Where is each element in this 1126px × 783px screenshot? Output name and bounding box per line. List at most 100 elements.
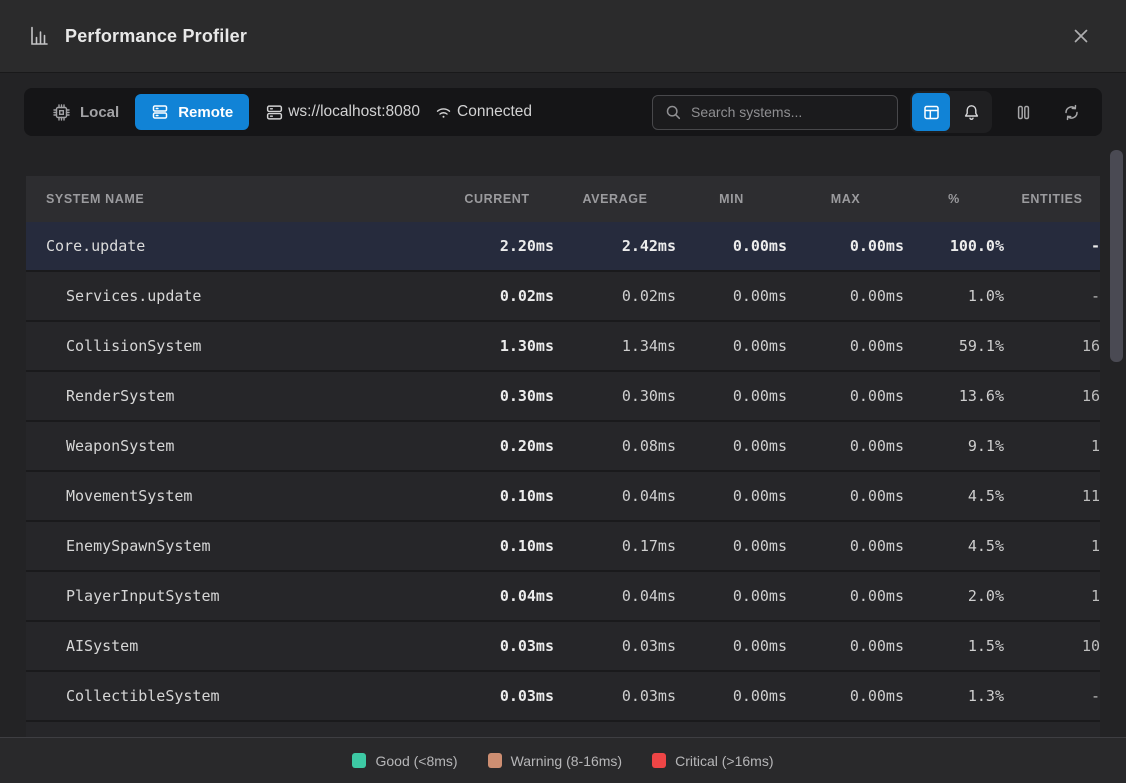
legend-label: Warning (8-16ms): [511, 753, 623, 769]
table-row[interactable]: MovementSystem0.10ms0.04ms0.00ms0.00ms4.…: [26, 472, 1100, 522]
alerts-button[interactable]: [952, 93, 990, 131]
cell-current: 0.03ms: [440, 687, 554, 705]
refresh-icon: [1062, 103, 1081, 122]
close-icon: [1071, 26, 1091, 46]
connection-indicator: Connected: [434, 103, 532, 122]
column-header-current[interactable]: CURRENT: [440, 192, 554, 206]
cell-min: 0.00ms: [676, 337, 787, 355]
remote-mode-button[interactable]: Remote: [135, 94, 249, 130]
column-header--[interactable]: %: [904, 192, 1004, 206]
cell-entities: -: [1004, 687, 1100, 705]
cell-percent: 9.1%: [904, 437, 1004, 455]
cell-average: 0.03ms: [554, 637, 676, 655]
cell-min: 0.00ms: [676, 387, 787, 405]
cell-max: 0.00ms: [787, 687, 904, 705]
legend-label: Critical (>16ms): [675, 753, 773, 769]
cell-entities: 16: [1004, 387, 1100, 405]
close-button[interactable]: [1064, 19, 1098, 53]
pause-button[interactable]: [1010, 99, 1036, 125]
pause-icon: [1014, 103, 1033, 122]
systems-table: SYSTEM NAMECURRENTAVERAGEMINMAX%ENTITIES…: [26, 176, 1100, 737]
table-row[interactable]: PlayerInputSystem0.04ms0.04ms0.00ms0.00m…: [26, 572, 1100, 622]
cell-average: 0.17ms: [554, 537, 676, 555]
table-row[interactable]: Core.update2.20ms2.42ms0.00ms0.00ms100.0…: [26, 222, 1100, 272]
search-input[interactable]: [691, 104, 885, 120]
legend-label: Good (<8ms): [375, 753, 457, 769]
cell-entities: -: [1004, 237, 1100, 255]
legend-item: Good (<8ms): [352, 753, 457, 769]
remote-mode-label: Remote: [178, 104, 233, 121]
view-toggle-group: [910, 91, 992, 133]
server-icon: [265, 103, 284, 122]
refresh-button[interactable]: [1058, 99, 1084, 125]
table-header-row: SYSTEM NAMECURRENTAVERAGEMINMAX%ENTITIES: [26, 176, 1100, 222]
page-title: Performance Profiler: [65, 26, 247, 47]
table-row[interactable]: WeaponSystem0.20ms0.08ms0.00ms0.00ms9.1%…: [26, 422, 1100, 472]
local-mode-label: Local: [80, 104, 119, 121]
column-header-system-name[interactable]: SYSTEM NAME: [26, 192, 440, 206]
cell-system-name: MovementSystem: [26, 487, 440, 505]
cell-current: 0.03ms: [440, 637, 554, 655]
table-view-button[interactable]: [912, 93, 950, 131]
cell-average: 0.04ms: [554, 487, 676, 505]
cell-entities: 1: [1004, 587, 1100, 605]
server-icon: [151, 103, 169, 121]
cell-system-name: EnemySpawnSystem: [26, 537, 440, 555]
cell-percent: 2.0%: [904, 587, 1004, 605]
column-header-entities[interactable]: ENTITIES: [1004, 192, 1100, 206]
cell-min: 0.00ms: [676, 237, 787, 255]
cell-average: 1.34ms: [554, 337, 676, 355]
table-row[interactable]: CollisionSystem1.30ms1.34ms0.00ms0.00ms5…: [26, 322, 1100, 372]
cell-percent: 59.1%: [904, 337, 1004, 355]
cell-max: 0.00ms: [787, 337, 904, 355]
cell-percent: 13.6%: [904, 387, 1004, 405]
cell-percent: 1.0%: [904, 287, 1004, 305]
status-legend: Good (<8ms) Warning (8-16ms) Critical (>16…: [0, 737, 1126, 783]
cell-percent: 4.5%: [904, 537, 1004, 555]
connection-status-label: Connected: [457, 103, 532, 121]
cell-system-name: PlayerInputSystem: [26, 587, 440, 605]
table-row[interactable]: CollectibleSystem0.03ms0.03ms0.00ms0.00m…: [26, 672, 1100, 722]
cell-entities: -: [1004, 287, 1100, 305]
cell-entities: 1: [1004, 437, 1100, 455]
cell-system-name: AISystem: [26, 637, 440, 655]
table-row[interactable]: AISystem0.03ms0.03ms0.00ms0.00ms1.5%10: [26, 622, 1100, 672]
cell-average: 0.02ms: [554, 287, 676, 305]
cell-current: 0.10ms: [440, 487, 554, 505]
local-mode-button[interactable]: Local: [36, 94, 135, 130]
search-icon: [665, 104, 682, 121]
bar-chart-icon: [28, 25, 50, 47]
cell-current: 0.02ms: [440, 287, 554, 305]
cell-current: 0.10ms: [440, 537, 554, 555]
bell-icon: [962, 103, 981, 122]
column-header-min[interactable]: MIN: [676, 192, 787, 206]
legend-item: Critical (>16ms): [652, 753, 773, 769]
legend-swatch: [488, 753, 502, 768]
cell-average: 2.42ms: [554, 237, 676, 255]
cell-average: 0.08ms: [554, 437, 676, 455]
cell-system-name: CollectibleSystem: [26, 687, 440, 705]
cell-percent: 1.5%: [904, 637, 1004, 655]
vertical-scrollbar[interactable]: [1110, 146, 1124, 738]
column-header-max[interactable]: MAX: [787, 192, 904, 206]
cell-system-name: WeaponSystem: [26, 437, 440, 455]
cell-max: 0.00ms: [787, 287, 904, 305]
cell-current: 0.04ms: [440, 587, 554, 605]
table-layout-icon: [922, 103, 941, 122]
cell-min: 0.00ms: [676, 687, 787, 705]
table-row[interactable]: Services.update0.02ms0.02ms0.00ms0.00ms1…: [26, 272, 1100, 322]
cell-current: 0.30ms: [440, 387, 554, 405]
cell-min: 0.00ms: [676, 637, 787, 655]
endpoint-indicator: ws://localhost:8080: [265, 103, 420, 122]
endpoint-url: ws://localhost:8080: [288, 103, 420, 121]
toolbar: Local Remote ws://localhost:8080: [24, 88, 1102, 136]
table-row[interactable]: RenderSystem0.30ms0.30ms0.00ms0.00ms13.6…: [26, 372, 1100, 422]
cell-percent: 4.5%: [904, 487, 1004, 505]
table-row[interactable]: EnemySpawnSystem0.10ms0.17ms0.00ms0.00ms…: [26, 522, 1100, 572]
performance-profiler-window: Performance Profiler Local: [0, 0, 1126, 783]
cell-percent: 100.0%: [904, 237, 1004, 255]
column-header-average[interactable]: AVERAGE: [554, 192, 676, 206]
scrollbar-thumb[interactable]: [1110, 150, 1123, 362]
cell-max: 0.00ms: [787, 437, 904, 455]
cell-min: 0.00ms: [676, 287, 787, 305]
